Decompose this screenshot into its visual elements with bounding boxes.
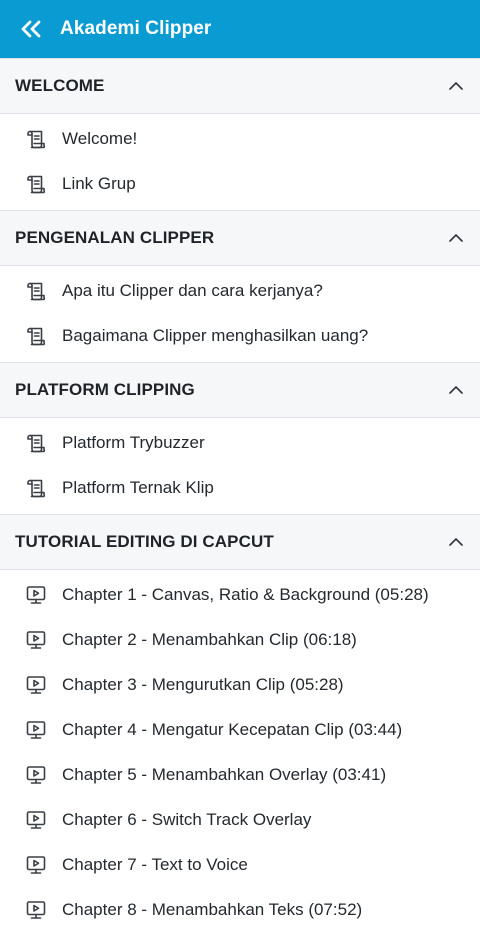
section-lesson-list: Apa itu Clipper dan cara kerjanya? Bagaim… [0, 266, 480, 362]
lesson-label: Chapter 4 - Mengatur Kecepatan Clip (03:… [62, 719, 403, 739]
video-icon [25, 899, 47, 921]
video-icon [25, 584, 47, 606]
lesson-label: Chapter 7 - Text to Voice [62, 854, 248, 874]
lesson-label: Chapter 6 - Switch Track Overlay [62, 809, 312, 829]
lesson-item[interactable]: Chapter 4 - Mengatur Kecepatan Clip (03:… [0, 707, 480, 752]
lesson-item[interactable]: Chapter 3 - Mengurutkan Clip (05:28) [0, 662, 480, 707]
lesson-item[interactable]: Link Grup [0, 161, 480, 206]
chevron-up-icon[interactable] [448, 230, 464, 246]
scroll-icon [25, 325, 47, 347]
lesson-item[interactable]: Chapter 7 - Text to Voice [0, 842, 480, 887]
lesson-item[interactable]: Platform Ternak Klip [0, 465, 480, 510]
lesson-label: Link Grup [62, 173, 136, 193]
course-outline: WELCOME Welcome! Link Grup PENGENALAN CLIPP… [0, 58, 480, 936]
lesson-item[interactable]: Chapter 1 - Canvas, Ratio & Background (… [0, 572, 480, 617]
video-icon [25, 629, 47, 651]
scroll-icon [25, 432, 47, 454]
section-lesson-list: Platform Trybuzzer Platform Ternak Klip [0, 418, 480, 514]
chevron-up-icon[interactable] [448, 78, 464, 94]
section-header-platform-clipping[interactable]: PLATFORM CLIPPING [0, 362, 480, 418]
lesson-item[interactable]: Chapter 8 - Menambahkan Teks (07:52) [0, 887, 480, 932]
section-header-tutorial-editing-di-capcut[interactable]: TUTORIAL EDITING DI CAPCUT [0, 514, 480, 570]
lesson-item[interactable]: Chapter 2 - Menambahkan Clip (06:18) [0, 617, 480, 662]
scroll-icon [25, 280, 47, 302]
lesson-label: Chapter 2 - Menambahkan Clip (06:18) [62, 629, 357, 649]
lesson-label: Apa itu Clipper dan cara kerjanya? [62, 280, 323, 300]
scroll-icon [25, 128, 47, 150]
lesson-item[interactable]: Bagaimana Clipper menghasilkan uang? [0, 313, 480, 358]
chevron-up-icon[interactable] [448, 382, 464, 398]
video-icon [25, 719, 47, 741]
video-icon [25, 854, 47, 876]
video-icon [25, 764, 47, 786]
lesson-label: Platform Trybuzzer [62, 432, 205, 452]
lesson-label: Platform Ternak Klip [62, 477, 214, 497]
app-header: Akademi Clipper [0, 0, 480, 58]
lesson-label: Chapter 1 - Canvas, Ratio & Background (… [62, 584, 429, 604]
section-lesson-list: Welcome! Link Grup [0, 114, 480, 210]
video-icon [25, 674, 47, 696]
lesson-label: Chapter 3 - Mengurutkan Clip (05:28) [62, 674, 344, 694]
double-chevron-left-icon[interactable] [18, 16, 44, 42]
section-lesson-list: Chapter 1 - Canvas, Ratio & Background (… [0, 570, 480, 936]
lesson-label: Chapter 8 - Menambahkan Teks (07:52) [62, 899, 363, 919]
section-title: PENGENALAN CLIPPER [15, 228, 215, 247]
section-header-pengenalan-clipper[interactable]: PENGENALAN CLIPPER [0, 210, 480, 266]
chevron-up-icon[interactable] [448, 534, 464, 550]
section-header-welcome[interactable]: WELCOME [0, 58, 480, 114]
lesson-item[interactable]: Chapter 5 - Menambahkan Overlay (03:41) [0, 752, 480, 797]
video-icon [25, 809, 47, 831]
lesson-item[interactable]: Chapter 6 - Switch Track Overlay [0, 797, 480, 842]
lesson-label: Welcome! [62, 128, 138, 148]
section-title: TUTORIAL EDITING DI CAPCUT [15, 532, 274, 551]
lesson-item[interactable]: Apa itu Clipper dan cara kerjanya? [0, 268, 480, 313]
scroll-icon [25, 173, 47, 195]
section-title: PLATFORM CLIPPING [15, 380, 195, 399]
lesson-label: Bagaimana Clipper menghasilkan uang? [62, 325, 369, 345]
lesson-item[interactable]: Platform Trybuzzer [0, 420, 480, 465]
scroll-icon [25, 477, 47, 499]
lesson-label: Chapter 5 - Menambahkan Overlay (03:41) [62, 764, 387, 784]
page-title: Akademi Clipper [60, 18, 212, 39]
lesson-item[interactable]: Welcome! [0, 116, 480, 161]
section-title: WELCOME [15, 76, 105, 95]
